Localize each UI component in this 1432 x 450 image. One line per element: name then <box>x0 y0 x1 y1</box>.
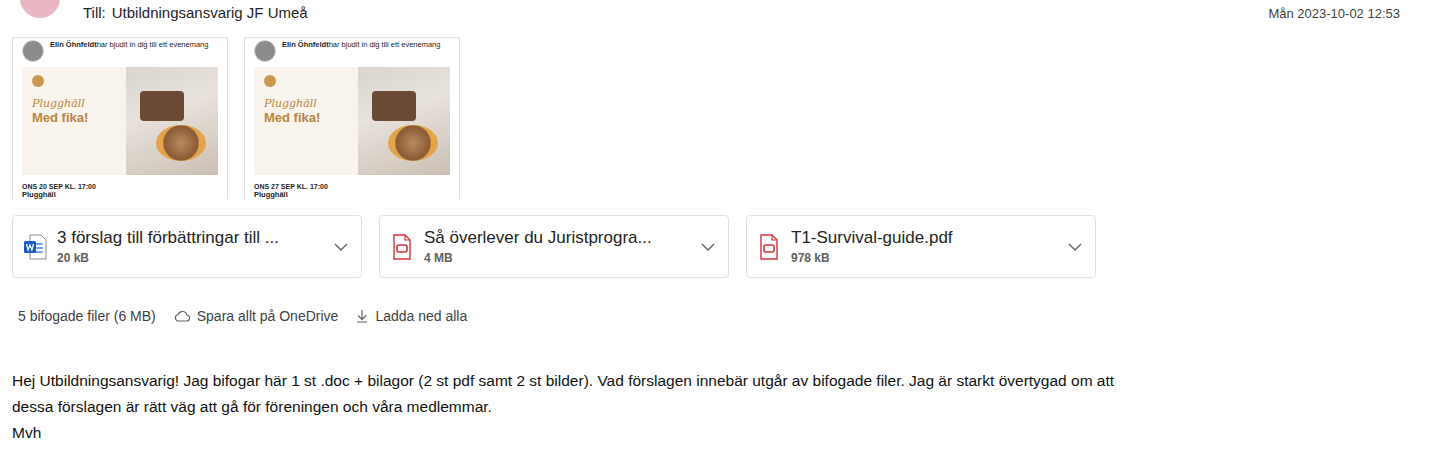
body-line: dessa förslagen är rätt väg att gå för f… <box>12 394 1420 420</box>
event-name: Plugghäll <box>22 190 218 199</box>
attachment-summary: 5 bifogade filer (6 MB) Spara allt på One… <box>12 308 1420 324</box>
invite-message: har bjudit in dig till ett evenemang <box>329 40 441 49</box>
file-info: T1-Survival-guide.pdf 978 kB <box>791 228 1057 265</box>
inviter-avatar-icon <box>254 40 276 62</box>
file-size: 4 MB <box>424 251 690 265</box>
image-attachment[interactable]: Elin Öhnfeldthar bjudit in dig till ett … <box>12 37 228 199</box>
event-title-script: Plugghäll <box>32 97 126 110</box>
sent-date: Mån 2023-10-02 12:53 <box>1268 0 1400 21</box>
image-attachments: Elin Öhnfeldthar bjudit in dig till ett … <box>12 37 1420 199</box>
invite-text: Elin Öhnfeldthar bjudit in dig till ett … <box>50 40 208 67</box>
to-label: Till: <box>83 4 106 21</box>
save-onedrive-label: Spara allt på OneDrive <box>197 308 339 324</box>
file-name: 3 förslag till förbättringar till ... <box>57 228 323 248</box>
logo-icon <box>264 75 276 87</box>
file-attachments: 3 förslag till förbättringar till ... 20 … <box>12 215 1420 278</box>
chevron-down-icon[interactable] <box>1067 239 1083 255</box>
event-graphic: PlugghällMed fika! <box>254 67 450 175</box>
event-title-panel: PlugghällMed fika! <box>22 67 126 175</box>
file-name: T1-Survival-guide.pdf <box>791 228 1057 248</box>
download-all-label: Ladda ned alla <box>375 308 467 324</box>
cloud-icon <box>174 310 190 322</box>
email-header: Till: Utbildningsansvarig JF Umeå Mån 2023… <box>12 0 1420 37</box>
word-file-icon <box>23 234 47 260</box>
cup-icon <box>156 125 206 161</box>
file-size: 978 kB <box>791 251 1057 265</box>
chevron-down-icon[interactable] <box>333 239 349 255</box>
invite-header: Elin Öhnfeldthar bjudit in dig till ett … <box>254 40 450 67</box>
file-info: 3 förslag till förbättringar till ... 20 … <box>57 228 323 265</box>
invite-header: Elin Öhnfeldthar bjudit in dig till ett … <box>22 40 218 67</box>
image-attachment[interactable]: Elin Öhnfeldthar bjudit in dig till ett … <box>244 37 460 199</box>
chevron-down-icon[interactable] <box>700 239 716 255</box>
cup-icon <box>388 125 438 161</box>
event-name: Plugghäll <box>254 190 450 199</box>
event-title-script: Plugghäll <box>264 97 358 110</box>
sender-avatar-icon[interactable] <box>20 0 60 18</box>
file-name: Så överlever du Juristprogra... <box>424 228 690 248</box>
file-size: 20 kB <box>57 251 323 265</box>
pdf-file-icon <box>390 234 414 260</box>
event-title-panel: PlugghällMed fika! <box>254 67 358 175</box>
file-info: Så överlever du Juristprogra... 4 MB <box>424 228 690 265</box>
file-attachment[interactable]: T1-Survival-guide.pdf 978 kB <box>746 215 1096 278</box>
event-title-bold: Med fika! <box>32 110 126 125</box>
message-body: Hej Utbildningsansvarig! Jag bifogar här… <box>12 368 1420 446</box>
recipient-line: Till: Utbildningsansvarig JF Umeå <box>83 0 308 21</box>
file-attachment[interactable]: 3 förslag till förbättringar till ... 20 … <box>12 215 362 278</box>
cake-icon <box>372 91 416 121</box>
attachment-count: 5 bifogade filer (6 MB) <box>18 308 156 324</box>
recipient[interactable]: Utbildningsansvarig JF Umeå <box>112 4 308 21</box>
invite-text: Elin Öhnfeldthar bjudit in dig till ett … <box>282 40 440 67</box>
invite-message: har bjudit in dig till ett evenemang <box>97 40 209 49</box>
event-date: ONS 20 SEP KL. 17:00 <box>22 183 218 190</box>
download-all-button[interactable]: Ladda ned alla <box>356 308 467 324</box>
download-icon <box>356 309 368 323</box>
event-date: ONS 27 SEP KL. 17:00 <box>254 183 450 190</box>
event-title-bold: Med fika! <box>264 110 358 125</box>
email-view: Till: Utbildningsansvarig JF Umeå Mån 2023… <box>0 0 1432 450</box>
file-attachment[interactable]: Så överlever du Juristprogra... 4 MB <box>379 215 729 278</box>
save-onedrive-button[interactable]: Spara allt på OneDrive <box>174 308 339 324</box>
coffee-photo <box>358 67 450 175</box>
inviter-avatar-icon <box>22 40 44 62</box>
body-line: Mvh <box>12 420 1420 446</box>
body-line: Hej Utbildningsansvarig! Jag bifogar här… <box>12 368 1420 394</box>
inviter-name: Elin Öhnfeldt <box>50 40 97 49</box>
inviter-name: Elin Öhnfeldt <box>282 40 329 49</box>
cake-icon <box>140 91 184 121</box>
coffee-photo <box>126 67 218 175</box>
pdf-file-icon <box>757 234 781 260</box>
event-graphic: PlugghällMed fika! <box>22 67 218 175</box>
logo-icon <box>32 75 44 87</box>
